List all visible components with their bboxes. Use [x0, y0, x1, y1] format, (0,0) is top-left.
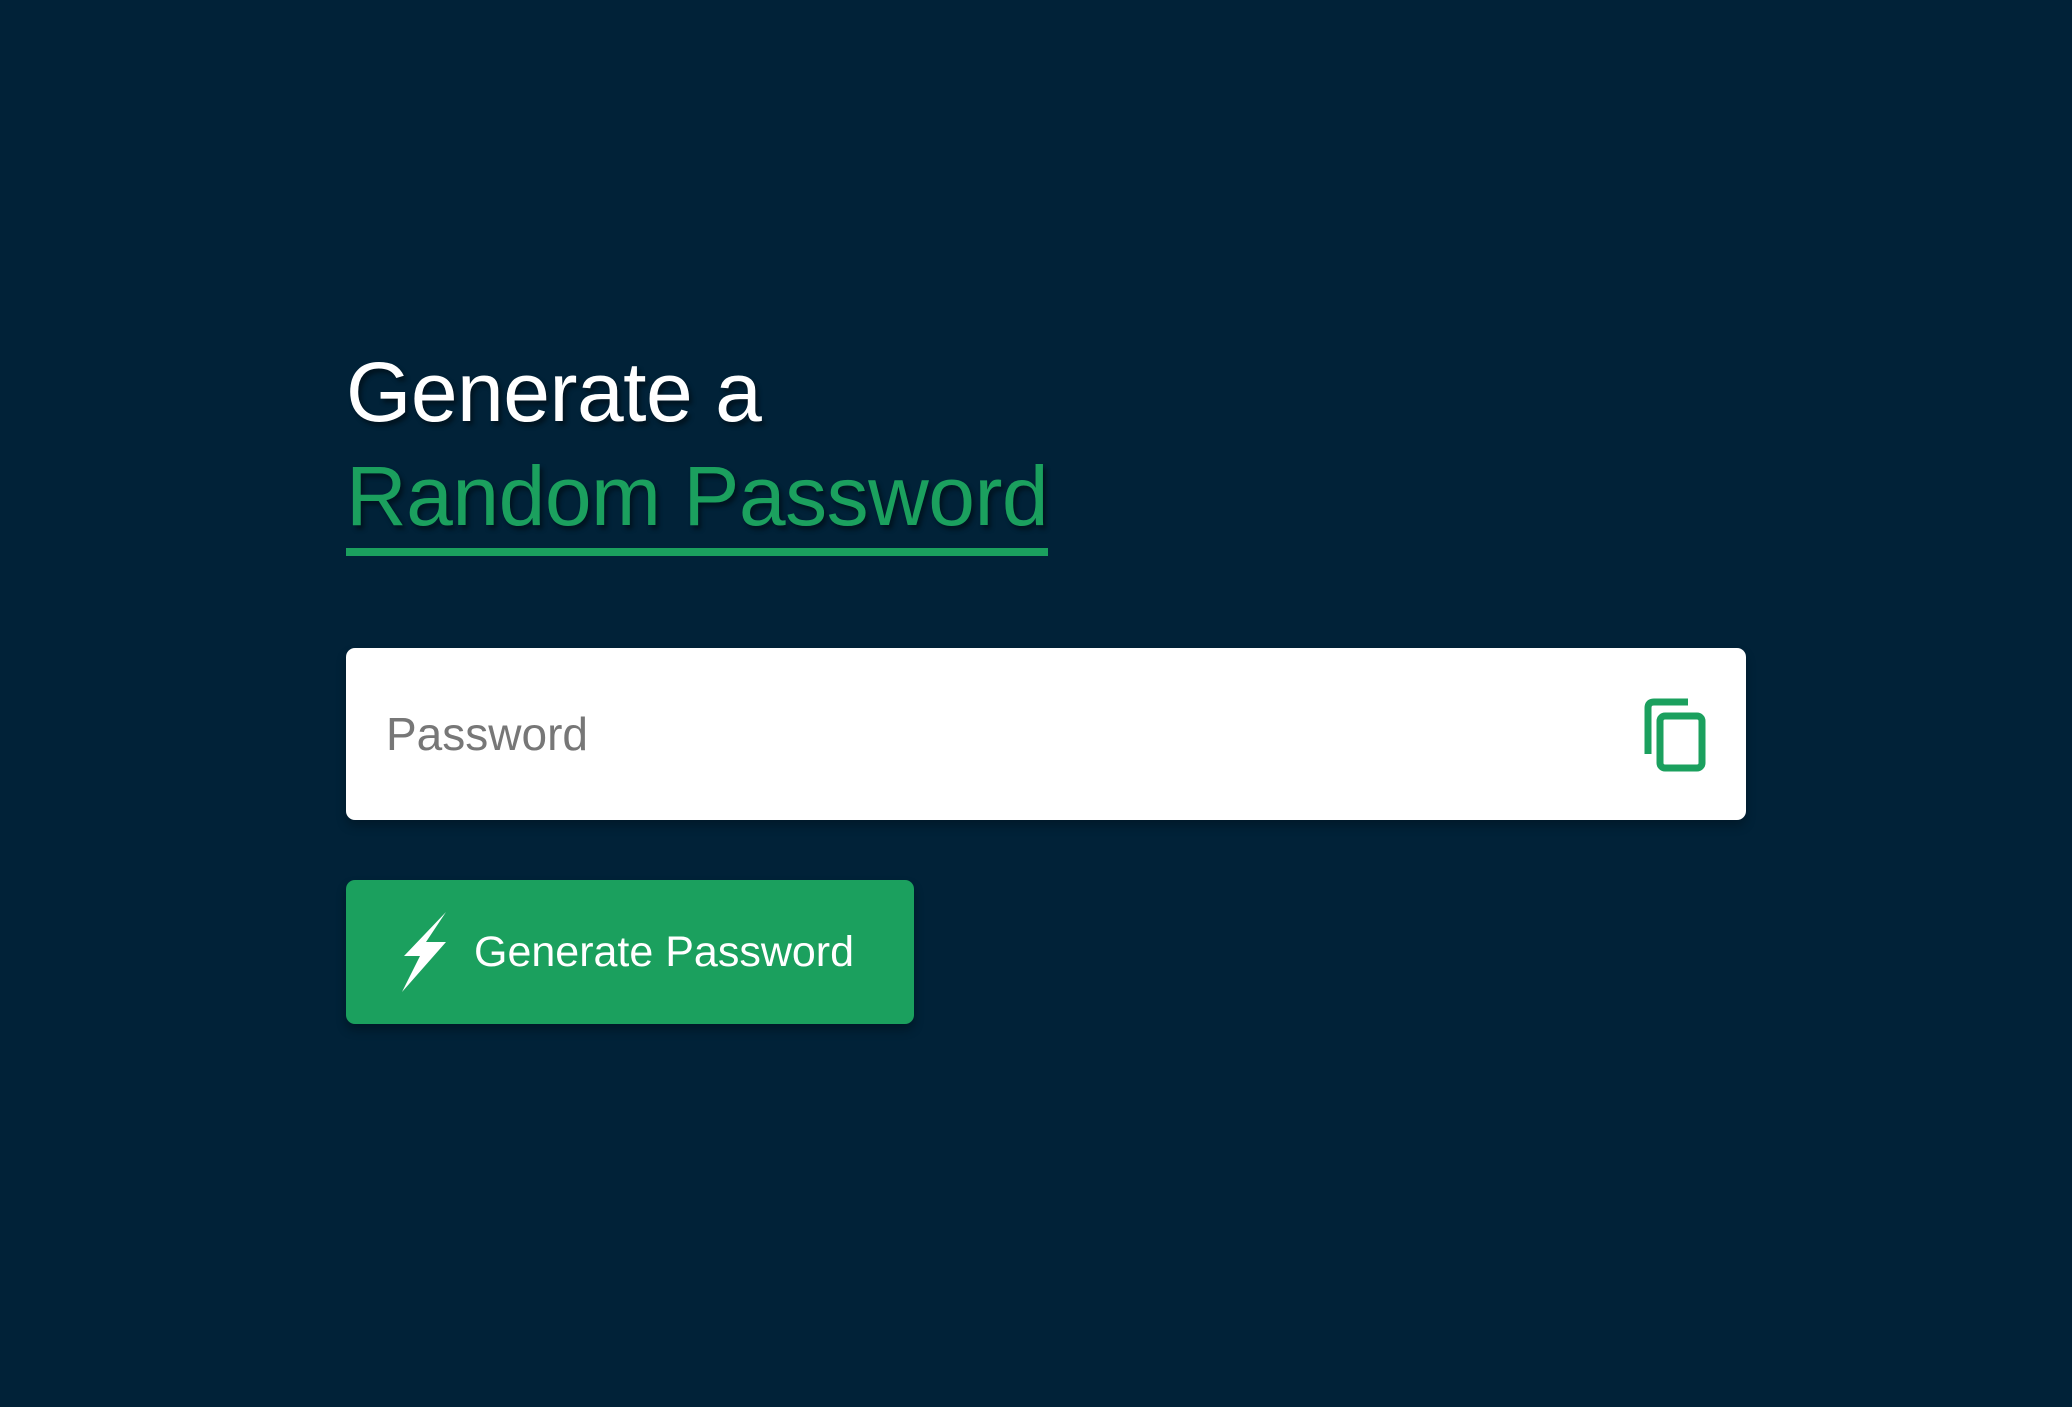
copy-button[interactable]: [1642, 698, 1710, 772]
password-generator: Generate a Random Password Generate Pass…: [346, 340, 1746, 1024]
generate-password-button[interactable]: Generate Password: [346, 880, 914, 1024]
copy-icon: [1644, 698, 1706, 772]
title-line-2-highlight: Random Password: [346, 446, 1049, 556]
password-input[interactable]: [386, 648, 1586, 820]
generate-button-label: Generate Password: [474, 928, 855, 976]
page-title: Generate a Random Password: [346, 340, 1746, 556]
lightning-bolt-icon: [402, 912, 446, 992]
title-line-1: Generate a: [346, 345, 762, 439]
password-display: [346, 648, 1746, 820]
